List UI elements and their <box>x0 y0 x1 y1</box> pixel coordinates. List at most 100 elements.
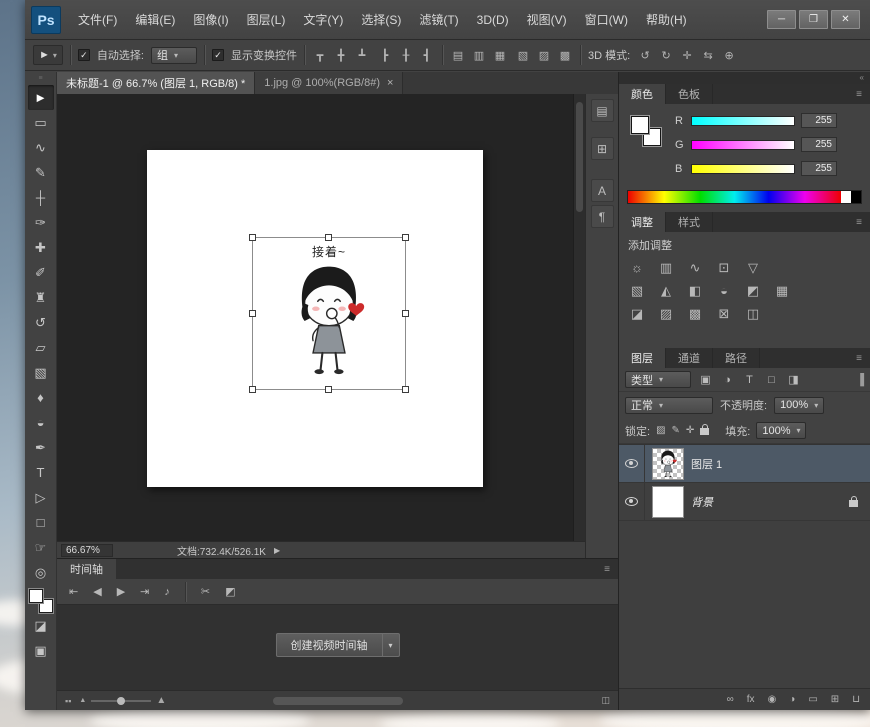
menu-item-type[interactable]: 文字(Y) <box>294 1 352 39</box>
tab-styles[interactable]: 样式 <box>666 212 713 232</box>
adjustment-icon[interactable]: ⊡ <box>715 260 733 276</box>
close-tab-icon[interactable]: × <box>387 77 393 89</box>
blue-value-field[interactable]: 255 <box>801 161 837 176</box>
black-swatch[interactable] <box>851 191 861 203</box>
transform-handle[interactable] <box>402 234 409 241</box>
tab-channels[interactable]: 通道 <box>666 348 713 368</box>
opacity-dropdown[interactable]: 100% <box>774 397 824 414</box>
menu-item-edit[interactable]: 编辑(E) <box>126 1 184 39</box>
layer-thumbnail[interactable] <box>652 486 684 518</box>
menu-item-window[interactable]: 窗口(W) <box>576 1 637 39</box>
distribute-icon[interactable]: ▤ <box>450 49 466 62</box>
tab-layers[interactable]: 图层 <box>619 348 666 368</box>
slider-thumb[interactable] <box>117 697 125 705</box>
adjustment-icon[interactable]: ◧ <box>686 283 704 299</box>
character-panel-button[interactable]: A <box>591 179 614 202</box>
layer-name[interactable]: 图层 1 <box>691 456 722 472</box>
filter-adjustment-layers-icon[interactable]: ◑ <box>720 374 735 386</box>
align-icon[interactable]: ┫ <box>419 49 435 62</box>
align-icon[interactable]: ╋ <box>333 49 349 62</box>
adjustment-icon[interactable]: ▧ <box>628 283 646 299</box>
document-tab-1jpg[interactable]: 1.jpg @ 100%(RGB/8#) × <box>255 72 403 94</box>
delete-layer-icon[interactable]: ⊔ <box>852 694 860 705</box>
document-canvas[interactable]: 接着~ <box>147 150 483 487</box>
link-layers-icon[interactable]: ∞ <box>727 694 734 705</box>
menu-item-select[interactable]: 选择(S) <box>352 1 410 39</box>
adjustment-icon[interactable]: ▥ <box>657 260 675 276</box>
filter-smart-object-icon[interactable]: ◨ <box>786 373 801 386</box>
quick-selection-tool[interactable]: ✎ <box>28 160 54 185</box>
3d-mode-icon[interactable]: ↺ <box>637 49 653 62</box>
layer-row-background[interactable]: 背景 <box>619 483 870 521</box>
close-button[interactable]: ✕ <box>831 10 860 29</box>
green-value-field[interactable]: 255 <box>801 137 837 152</box>
visibility-cell[interactable] <box>619 483 645 520</box>
properties-panel-button[interactable]: ⊞ <box>591 137 614 160</box>
transform-handle[interactable] <box>325 234 332 241</box>
adjustment-icon[interactable]: ◫ <box>744 306 762 322</box>
layer-group-icon[interactable]: ▭ <box>808 694 817 705</box>
lock-image-icon[interactable]: ✎ <box>672 425 680 436</box>
adjustment-icon[interactable]: ∿ <box>686 260 704 276</box>
adjustment-icon[interactable]: ▽ <box>744 260 762 276</box>
distribute-icon[interactable]: ▦ <box>492 49 508 62</box>
adjustment-icon[interactable]: ▨ <box>657 306 675 322</box>
adjustment-layer-icon[interactable]: ◑ <box>789 694 795 705</box>
menu-item-image[interactable]: 图像(I) <box>184 1 237 39</box>
layer-name[interactable]: 背景 <box>691 494 713 510</box>
transition-button[interactable]: ◩ <box>225 585 235 598</box>
create-timeline-dropdown[interactable]: ▾ <box>382 633 399 657</box>
menu-item-filter[interactable]: 滤镜(T) <box>410 1 467 39</box>
filter-type-layers-icon[interactable]: T <box>742 374 757 386</box>
zoom-tool[interactable]: ◎ <box>28 560 54 585</box>
adjustment-icon[interactable]: ▩ <box>686 306 704 322</box>
adjustment-icon[interactable]: ☼ <box>628 260 646 276</box>
next-frame-button[interactable]: ⇥ <box>140 585 149 598</box>
3d-mode-icon[interactable]: ⊕ <box>721 49 737 62</box>
distribute-icon[interactable]: ▧ <box>515 49 531 62</box>
transform-handle[interactable] <box>249 234 256 241</box>
timeline-horizontal-scrollbar[interactable] <box>273 697 403 705</box>
3d-mode-icon[interactable]: ↻ <box>658 49 674 62</box>
align-icon[interactable]: ┻ <box>354 49 370 62</box>
transform-handle[interactable] <box>402 386 409 393</box>
red-slider[interactable] <box>691 116 795 126</box>
align-icon[interactable]: ┳ <box>312 49 328 62</box>
brush-tool[interactable]: ✐ <box>28 260 54 285</box>
menu-item-view[interactable]: 视图(V) <box>518 1 576 39</box>
adjustment-icon[interactable]: ◒ <box>715 283 733 299</box>
red-value-field[interactable]: 255 <box>801 113 837 128</box>
adjustment-icon[interactable]: ⊠ <box>715 306 733 322</box>
tab-timeline[interactable]: 时间轴 <box>57 559 116 579</box>
auto-select-checkbox[interactable] <box>78 49 90 61</box>
hand-tool[interactable]: ☞ <box>28 535 54 560</box>
maximize-button[interactable]: ❐ <box>799 10 828 29</box>
panel-menu-icon[interactable]: ≡ <box>856 84 870 104</box>
layer-row-1[interactable]: 图层 1 <box>619 445 870 483</box>
path-selection-tool[interactable]: ▷ <box>28 485 54 510</box>
status-expand-icon[interactable]: ▶ <box>274 546 280 555</box>
visibility-cell[interactable] <box>619 445 645 482</box>
play-button[interactable]: ▶ <box>117 585 125 598</box>
panel-menu-icon[interactable]: ≡ <box>856 212 870 232</box>
move-tool[interactable]: ► <box>28 85 54 110</box>
align-icon[interactable]: ┣ <box>377 49 393 62</box>
audio-mute-button[interactable]: ♪ <box>164 586 170 598</box>
filter-toggle-switch[interactable]: ▐ <box>856 374 864 386</box>
tab-color[interactable]: 颜色 <box>619 84 666 104</box>
green-slider[interactable] <box>691 140 795 150</box>
transform-bounding-box[interactable]: 接着~ <box>252 237 406 390</box>
3d-mode-icon[interactable]: ⇆ <box>700 49 716 62</box>
lock-position-icon[interactable]: ✛ <box>686 425 694 436</box>
create-video-timeline-button[interactable]: 创建视频时间轴 <box>275 633 382 657</box>
gradient-tool[interactable]: ▧ <box>28 360 54 385</box>
spectrum-gradient[interactable] <box>628 191 841 203</box>
align-icon[interactable]: ╂ <box>398 49 414 62</box>
lock-all-icon[interactable] <box>700 428 709 435</box>
foreground-color-swatch[interactable] <box>29 589 43 603</box>
history-brush-tool[interactable]: ↺ <box>28 310 54 335</box>
lock-transparency-icon[interactable]: ▨ <box>656 425 665 436</box>
zoom-level-field[interactable]: 66.67% <box>61 544 113 557</box>
panel-menu-icon[interactable]: ≡ <box>856 348 870 368</box>
distribute-icon[interactable]: ▥ <box>471 49 487 62</box>
